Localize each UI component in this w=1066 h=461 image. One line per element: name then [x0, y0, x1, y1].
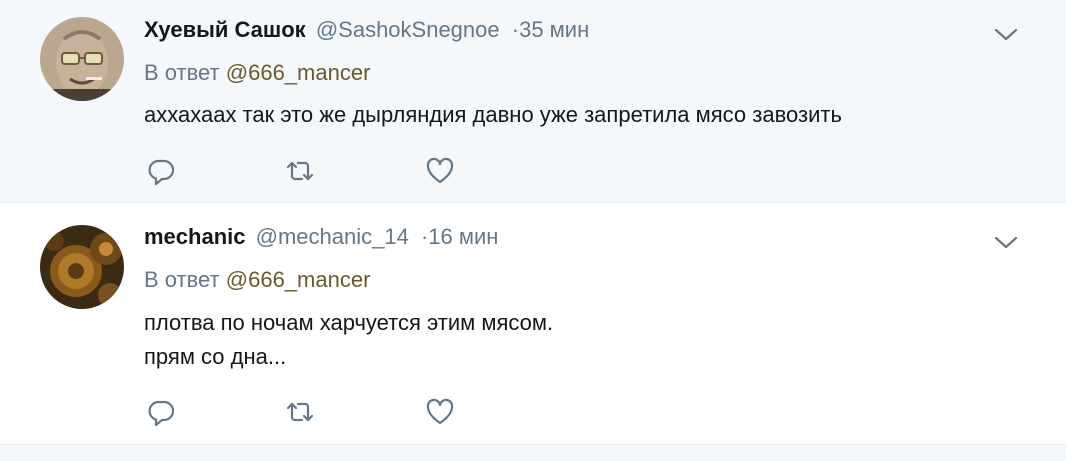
display-name[interactable]: Хуевый Сашок	[144, 17, 306, 42]
like-button[interactable]	[425, 156, 457, 186]
like-button[interactable]	[425, 397, 457, 427]
tweet-header: Хуевый Сашок @SashokSnegnoe ·35 мин	[144, 17, 589, 43]
elderly-man-avatar-icon	[40, 17, 124, 101]
reply-label: В ответ	[144, 267, 220, 292]
tweet-text-line: аххахаах так это же дырляндия давно уже …	[144, 102, 842, 127]
timestamp[interactable]: ·35 мин	[512, 17, 589, 42]
retweet-button[interactable]	[285, 397, 317, 427]
username[interactable]: @mechanic_14	[256, 224, 409, 249]
chevron-down-icon[interactable]	[991, 22, 1021, 46]
reply-button[interactable]	[146, 156, 178, 186]
avatar[interactable]	[40, 225, 124, 309]
reply-icon	[148, 400, 175, 427]
tweet[interactable]: Хуевый Сашок @SashokSnegnoe ·35 мин В от…	[0, 0, 1066, 203]
tweet-header: mechanic @mechanic_14 ·16 мин	[144, 224, 498, 250]
retweet-icon	[286, 402, 314, 422]
reply-button[interactable]	[146, 397, 178, 427]
chevron-down-icon[interactable]	[991, 230, 1021, 254]
retweet-button[interactable]	[285, 156, 317, 186]
avatar[interactable]	[40, 17, 124, 101]
retweet-icon	[286, 161, 314, 181]
heart-icon	[426, 157, 454, 184]
mention-link[interactable]: @666_mancer	[226, 267, 371, 292]
gears-avatar-icon	[40, 225, 124, 309]
reply-context: В ответ @666_mancer	[144, 267, 370, 293]
tweet-text-line: плотва по ночам харчуется этим мясом.	[144, 310, 554, 335]
display-name[interactable]: mechanic	[144, 224, 246, 249]
reply-label: В ответ	[144, 60, 220, 85]
tweet-text: плотва по ночам харчуется этим мясом. пр…	[144, 306, 553, 374]
reply-context: В ответ @666_mancer	[144, 60, 370, 86]
timeline-footer	[0, 445, 1066, 461]
tweet[interactable]: mechanic @mechanic_14 ·16 мин В ответ @6…	[0, 203, 1066, 445]
reply-icon	[148, 159, 175, 186]
timestamp[interactable]: ·16 мин	[421, 224, 498, 249]
tweet-text: аххахаах так это же дырляндия давно уже …	[144, 98, 842, 132]
mention-link[interactable]: @666_mancer	[226, 60, 371, 85]
username[interactable]: @SashokSnegnoe	[316, 17, 500, 42]
tweet-text-line: прям со дна...	[144, 344, 287, 369]
heart-icon	[426, 398, 454, 425]
